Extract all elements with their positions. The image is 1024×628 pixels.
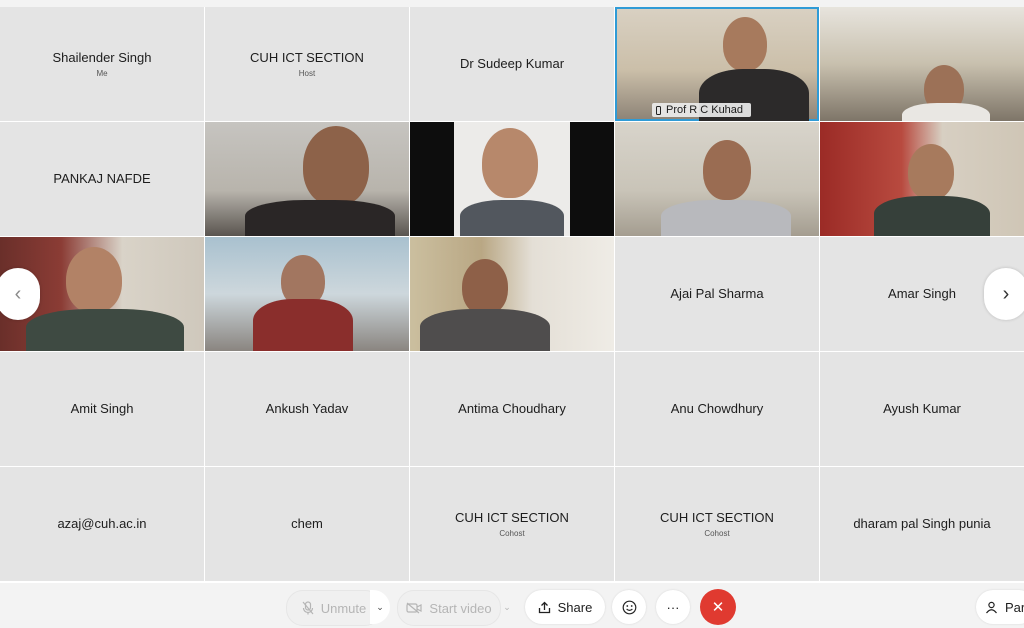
participant-tile[interactable]: dharam pal Singh punia <box>820 467 1024 581</box>
previous-page-button[interactable]: ‹ <box>0 268 40 320</box>
start-video-button[interactable]: Start video <box>397 590 501 626</box>
camera-off-icon <box>406 602 423 614</box>
speaker-nameplate: Prof R C Kuhad <box>652 103 752 117</box>
participant-video-tile[interactable] <box>410 122 614 236</box>
participant-role: Cohost <box>499 529 525 538</box>
participant-name: Amit Singh <box>70 401 134 416</box>
phone-icon <box>656 105 661 115</box>
participant-name: Ayush Kumar <box>883 401 961 416</box>
participant-name: CUH ICT SECTION <box>455 510 569 525</box>
meeting-controls-bar: Unmute ⌄ Start video ⌄ Share ··· ✕ Part <box>0 583 1024 628</box>
participants-icon <box>986 601 997 613</box>
participant-name: chem <box>291 516 323 531</box>
participant-grid: Shailender Singh Me CUH ICT SECTION Host… <box>0 7 1024 583</box>
participant-video-tile[interactable] <box>205 122 409 236</box>
audio-options-dropdown[interactable]: ⌄ <box>370 590 390 624</box>
participant-tile[interactable]: Ankush Yadav <box>205 352 409 466</box>
participants-button[interactable]: Part <box>976 590 1024 624</box>
participant-role: Me <box>96 69 108 78</box>
reactions-button[interactable] <box>612 590 646 624</box>
participant-name: Anu Chowdhury <box>670 401 764 416</box>
more-options-button[interactable]: ··· <box>656 590 690 624</box>
emoji-icon <box>622 600 636 614</box>
participant-name: dharam pal Singh punia <box>853 516 991 531</box>
participant-name: Amar Singh <box>888 286 956 301</box>
participant-name: Dr Sudeep Kumar <box>459 56 565 71</box>
share-label: Share <box>557 599 593 615</box>
participant-tile[interactable]: azaj@cuh.ac.in <box>0 467 204 581</box>
participant-tile[interactable]: CUH ICT SECTION Host <box>205 7 409 121</box>
end-call-icon: ✕ <box>711 599 725 616</box>
microphone-muted-icon <box>302 601 314 615</box>
share-icon <box>538 601 550 613</box>
start-video-label: Start video <box>429 600 492 616</box>
participant-tile[interactable]: Dr Sudeep Kumar <box>410 7 614 121</box>
chevron-right-icon: › <box>1002 282 1010 305</box>
participant-video-tile[interactable] <box>820 122 1024 236</box>
participant-tile[interactable]: PANKAJ NAFDE <box>0 122 204 236</box>
participant-video-tile[interactable] <box>205 237 409 351</box>
participant-name: Ajai Pal Sharma <box>670 286 764 301</box>
participant-tile[interactable]: Shailender Singh Me <box>0 7 204 121</box>
speaker-name: Prof R C Kuhad <box>666 104 744 116</box>
participant-tile[interactable]: CUH ICT SECTION Cohost <box>410 467 614 581</box>
more-icon: ··· <box>666 599 680 615</box>
next-page-button[interactable]: › <box>984 268 1024 320</box>
participant-name: PANKAJ NAFDE <box>53 171 151 186</box>
unmute-label: Unmute <box>320 600 367 616</box>
unmute-button[interactable]: Unmute <box>286 590 382 626</box>
video-options-dropdown[interactable]: ⌄ <box>497 590 517 624</box>
participant-name: Antima Choudhary <box>458 401 566 416</box>
participant-video-tile[interactable] <box>820 7 1024 121</box>
chevron-left-icon: ‹ <box>14 282 22 305</box>
participant-tile[interactable]: Ayush Kumar <box>820 352 1024 466</box>
participant-tile[interactable]: Amit Singh <box>0 352 204 466</box>
participant-tile[interactable]: Anu Chowdhury <box>615 352 819 466</box>
participants-label: Part <box>1005 599 1024 615</box>
participant-tile[interactable]: chem <box>205 467 409 581</box>
active-speaker-video-tile[interactable]: Prof R C Kuhad <box>615 7 819 121</box>
share-button[interactable]: Share <box>525 590 605 624</box>
participant-role: Host <box>298 69 316 78</box>
participant-name: CUH ICT SECTION <box>250 50 364 65</box>
participant-tile[interactable]: Ajai Pal Sharma <box>615 237 819 351</box>
participant-video-tile[interactable] <box>410 237 614 351</box>
participant-name: Shailender Singh <box>52 50 152 65</box>
chevron-down-icon: ⌄ <box>376 601 384 612</box>
participant-name: Ankush Yadav <box>265 401 349 416</box>
chevron-down-icon: ⌄ <box>503 601 511 612</box>
participant-name: azaj@cuh.ac.in <box>57 516 147 531</box>
participant-tile[interactable]: Antima Choudhary <box>410 352 614 466</box>
participant-tile[interactable]: CUH ICT SECTION Cohost <box>615 467 819 581</box>
participant-role: Cohost <box>704 529 730 538</box>
end-call-button[interactable]: ✕ <box>700 589 736 625</box>
participant-name: CUH ICT SECTION <box>660 510 774 525</box>
participant-video-tile[interactable] <box>615 122 819 236</box>
